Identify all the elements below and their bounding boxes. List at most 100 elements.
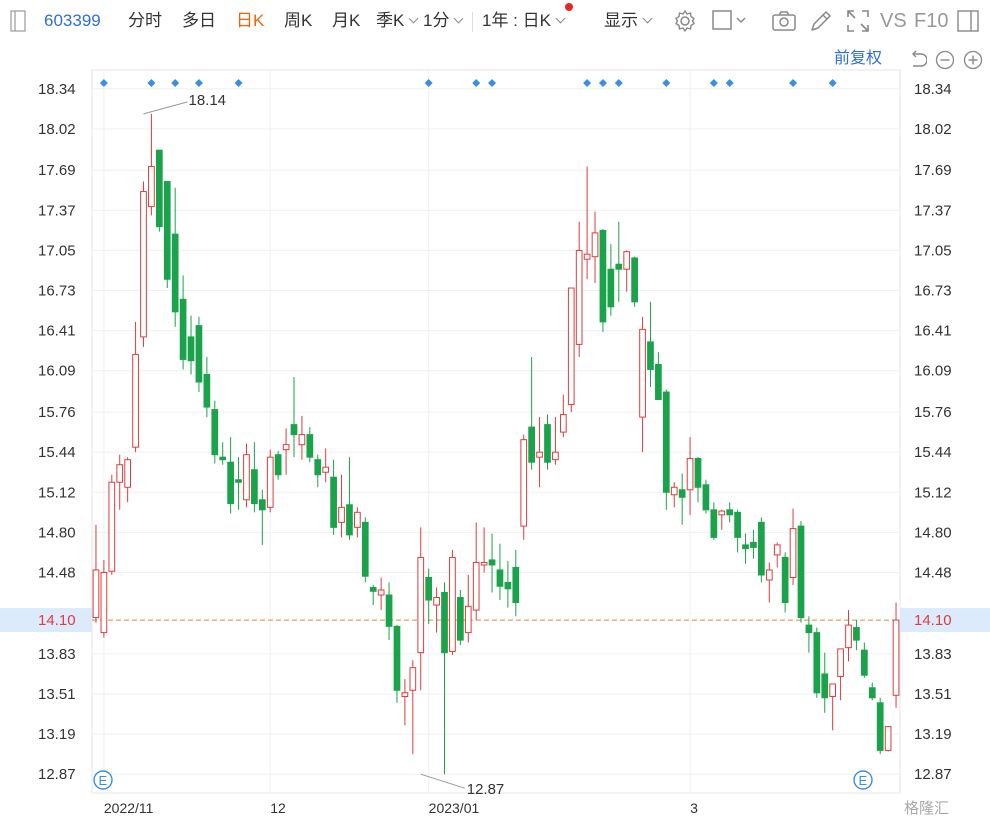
candle-body-down bbox=[163, 181, 171, 280]
candle-body-down bbox=[726, 509, 734, 516]
candle bbox=[393, 625, 401, 703]
y-tick-label-left: 18.02 bbox=[38, 121, 76, 138]
candle bbox=[623, 250, 631, 292]
candle bbox=[686, 437, 694, 515]
y-tick-label-right: 18.02 bbox=[914, 121, 952, 138]
candle-body-up bbox=[591, 232, 599, 258]
candle-body-down bbox=[235, 479, 242, 483]
candle-body-down bbox=[861, 649, 868, 676]
candle bbox=[639, 316, 646, 453]
candle-body-down bbox=[258, 499, 266, 511]
y-tick-label-right: 13.19 bbox=[914, 726, 952, 743]
candle-body-up bbox=[464, 605, 472, 634]
candle-body-down bbox=[710, 509, 718, 538]
candle-body-up bbox=[480, 561, 488, 566]
candle bbox=[575, 221, 583, 357]
candle-body-down bbox=[678, 489, 686, 498]
candle-body-down bbox=[219, 456, 227, 461]
candle bbox=[583, 166, 591, 280]
candle bbox=[821, 652, 829, 713]
y-tick-label-left: 17.37 bbox=[38, 202, 76, 219]
min-annotation-leader bbox=[420, 773, 465, 789]
candle-body-down bbox=[346, 504, 353, 536]
event-marker-icon bbox=[662, 79, 671, 87]
candle bbox=[758, 517, 765, 583]
candle-body-up bbox=[338, 506, 345, 523]
candle-body-down bbox=[504, 581, 512, 590]
earnings-marker-label: E bbox=[859, 773, 868, 788]
candle bbox=[195, 316, 203, 393]
y-tick-label-right: 14.48 bbox=[914, 564, 952, 581]
candle-body-down bbox=[813, 632, 821, 694]
candle bbox=[385, 582, 393, 641]
candle-body-down bbox=[734, 511, 741, 538]
event-marker-icon bbox=[194, 79, 203, 87]
y-tick-label-left: 14.80 bbox=[38, 524, 76, 541]
event-marker-icon bbox=[147, 79, 156, 87]
candle-body-down bbox=[369, 587, 377, 592]
candle-body-down bbox=[457, 597, 464, 641]
candlestick-chart[interactable]: 18.34 18.34 18.02 18.02 17.69 17.69 17.37 17.37… bbox=[0, 0, 990, 826]
candle bbox=[441, 582, 448, 775]
candle-body-up bbox=[845, 624, 852, 649]
candle-body-up bbox=[892, 619, 900, 696]
candle bbox=[750, 529, 757, 559]
candle-body-up bbox=[266, 456, 274, 508]
candle bbox=[599, 229, 607, 332]
candle bbox=[227, 437, 234, 514]
candle-body-down bbox=[425, 576, 433, 601]
y-tick-label-right: 17.05 bbox=[914, 242, 952, 259]
candle bbox=[361, 517, 369, 583]
candle-body-down bbox=[694, 457, 702, 488]
y-tick-label-right: 17.69 bbox=[914, 162, 952, 179]
candle-body-down bbox=[203, 373, 211, 408]
candle bbox=[520, 434, 528, 540]
candle bbox=[789, 508, 797, 585]
y-tick-label-left: 13.83 bbox=[38, 646, 76, 663]
y-tick-label-right: 17.37 bbox=[914, 202, 952, 219]
candle bbox=[251, 442, 258, 513]
candle bbox=[694, 457, 702, 503]
x-tick-label: 2022/11 bbox=[104, 800, 154, 816]
candle bbox=[417, 527, 425, 691]
y-tick-label-left: 13.19 bbox=[38, 726, 76, 743]
candle bbox=[464, 574, 472, 643]
candle bbox=[377, 577, 385, 611]
candle bbox=[615, 221, 623, 302]
candle-body-up bbox=[559, 414, 567, 433]
candle bbox=[726, 502, 734, 523]
candle-body-down bbox=[853, 627, 860, 641]
candle bbox=[861, 642, 868, 678]
candle-body-up bbox=[670, 486, 678, 496]
candle-body-up bbox=[449, 556, 456, 652]
candle bbox=[536, 417, 543, 488]
candle-body-up bbox=[472, 561, 480, 611]
candle bbox=[678, 473, 686, 525]
candle-body-down bbox=[306, 434, 314, 458]
candle-body-down bbox=[290, 424, 298, 436]
candle bbox=[369, 584, 377, 606]
y-tick-label-right: 14.80 bbox=[914, 524, 952, 541]
y-tick-label-right: 16.41 bbox=[914, 323, 952, 340]
y-tick-label-left: 16.09 bbox=[38, 363, 76, 380]
candle bbox=[710, 502, 718, 540]
candle bbox=[425, 568, 433, 624]
candle bbox=[100, 559, 108, 638]
candle bbox=[868, 682, 876, 701]
candle-body-up bbox=[148, 165, 155, 208]
candle bbox=[773, 542, 781, 568]
event-marker-icon bbox=[488, 79, 497, 87]
candle bbox=[274, 450, 282, 480]
candle bbox=[631, 256, 638, 307]
y-tick-label-left: 16.41 bbox=[38, 323, 76, 340]
y-tick-label-right: 16.09 bbox=[914, 363, 952, 380]
candle bbox=[457, 590, 464, 646]
candle-body-down bbox=[750, 541, 757, 548]
candle bbox=[559, 394, 567, 438]
candle-body-down bbox=[251, 469, 258, 505]
candle-body-down bbox=[876, 702, 884, 751]
candle-body-up bbox=[583, 253, 591, 260]
candle bbox=[488, 533, 496, 593]
candle bbox=[306, 427, 314, 463]
y-tick-label-left: 15.12 bbox=[38, 484, 76, 501]
